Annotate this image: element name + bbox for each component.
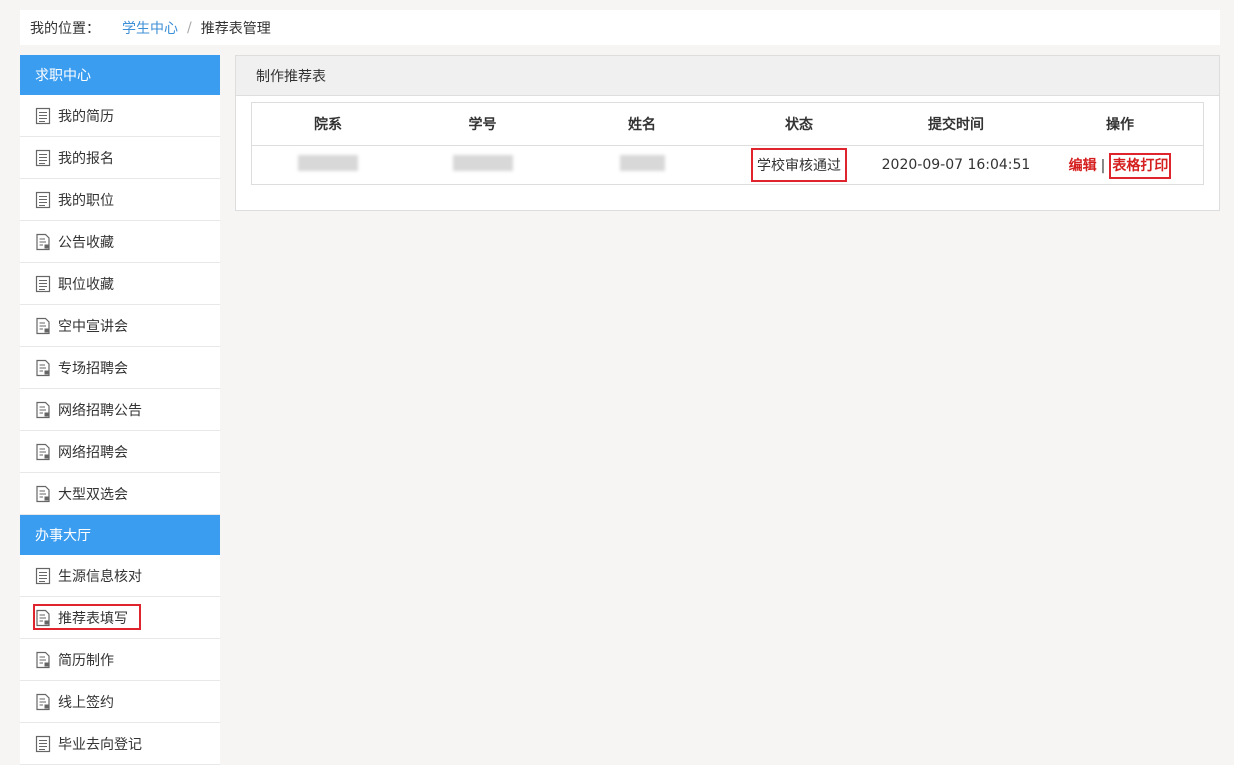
sidebar-item-label: 职位收藏 bbox=[58, 276, 114, 293]
sidebar-item-online-job-fair[interactable]: 网络招聘会 bbox=[20, 431, 220, 473]
breadcrumb: 我的位置： 学生中心 / 推荐表管理 bbox=[20, 10, 1220, 45]
cell-student-id-redacted bbox=[404, 145, 561, 185]
table-header-row: 院系 学号 姓名 状态 提交时间 操作 bbox=[251, 102, 1204, 146]
sidebar-item-label: 我的简历 bbox=[58, 108, 114, 125]
sidebar-item-label: 推荐表填写 bbox=[58, 610, 128, 627]
file-icon bbox=[35, 485, 51, 503]
redacted-text bbox=[298, 155, 358, 171]
sidebar-item-label: 空中宣讲会 bbox=[58, 318, 128, 335]
sidebar-item-my-positions[interactable]: 我的职位 bbox=[20, 179, 220, 221]
column-header-actions: 操作 bbox=[1037, 102, 1204, 146]
cell-actions: 编辑 | 表格打印 bbox=[1037, 145, 1204, 185]
sidebar-item-recommendation-form[interactable]: 推荐表填写 bbox=[20, 597, 220, 639]
sidebar-item-label: 专场招聘会 bbox=[58, 360, 128, 377]
file-icon bbox=[35, 401, 51, 419]
sidebar-item-graduation-destination[interactable]: 毕业去向登记 bbox=[20, 723, 220, 765]
panel-title: 制作推荐表 bbox=[236, 56, 1219, 96]
breadcrumb-separator: / bbox=[187, 19, 192, 36]
sidebar-item-resume-builder[interactable]: 简历制作 bbox=[20, 639, 220, 681]
sidebar-item-my-resume[interactable]: 我的简历 bbox=[20, 95, 220, 137]
breadcrumb-current: 推荐表管理 bbox=[200, 20, 271, 37]
cell-name-redacted bbox=[561, 145, 723, 185]
file-icon bbox=[35, 443, 51, 461]
sidebar-item-special-job-fair[interactable]: 专场招聘会 bbox=[20, 347, 220, 389]
sidebar-item-label: 我的职位 bbox=[58, 192, 114, 209]
column-header-submit-time: 提交时间 bbox=[875, 102, 1037, 146]
sidebar-item-label: 我的报名 bbox=[58, 150, 114, 167]
redacted-text bbox=[619, 155, 665, 171]
file-icon bbox=[35, 651, 51, 669]
file-icon bbox=[35, 317, 51, 335]
status-text: 学校审核通过 bbox=[751, 148, 847, 182]
sidebar-item-my-applications[interactable]: 我的报名 bbox=[20, 137, 220, 179]
document-icon bbox=[35, 191, 51, 209]
breadcrumb-label: 我的位置： bbox=[30, 20, 100, 37]
document-icon bbox=[35, 275, 51, 293]
column-header-student-id: 学号 bbox=[404, 102, 561, 146]
sidebar-item-position-favorites[interactable]: 职位收藏 bbox=[20, 263, 220, 305]
sidebar-item-online-recruitment-notice[interactable]: 网络招聘公告 bbox=[20, 389, 220, 431]
sidebar-item-announcement-favorites[interactable]: 公告收藏 bbox=[20, 221, 220, 263]
cell-department-redacted bbox=[251, 145, 404, 185]
edit-button[interactable]: 编辑 bbox=[1069, 158, 1097, 174]
file-icon bbox=[35, 359, 51, 377]
document-icon bbox=[35, 735, 51, 753]
sidebar-item-label: 公告收藏 bbox=[58, 234, 114, 251]
column-header-status: 状态 bbox=[723, 102, 875, 146]
column-header-department: 院系 bbox=[251, 102, 404, 146]
sidebar-item-online-presentation[interactable]: 空中宣讲会 bbox=[20, 305, 220, 347]
recommendation-panel: 制作推荐表 院系 学号 姓名 状态 提交时间 操作 学校审核通过 2020-09… bbox=[235, 55, 1220, 211]
sidebar-item-label: 毕业去向登记 bbox=[58, 736, 142, 753]
table-row: 学校审核通过 2020-09-07 16:04:51 编辑 | 表格打印 bbox=[251, 145, 1204, 185]
sidebar-item-student-info-check[interactable]: 生源信息核对 bbox=[20, 555, 220, 597]
sidebar-section-service-hall: 办事大厅 bbox=[20, 515, 220, 555]
print-form-button[interactable]: 表格打印 bbox=[1109, 153, 1172, 179]
sidebar-item-label: 网络招聘会 bbox=[58, 444, 128, 461]
sidebar-item-label: 线上签约 bbox=[58, 694, 114, 711]
document-icon bbox=[35, 149, 51, 167]
sidebar-item-online-signing[interactable]: 线上签约 bbox=[20, 681, 220, 723]
cell-submit-time: 2020-09-07 16:04:51 bbox=[875, 145, 1037, 185]
action-separator: | bbox=[1100, 158, 1106, 174]
file-icon bbox=[35, 233, 51, 251]
file-icon bbox=[35, 693, 51, 711]
sidebar-item-label: 简历制作 bbox=[58, 652, 114, 669]
document-icon bbox=[35, 107, 51, 125]
file-icon bbox=[35, 609, 51, 627]
redacted-text bbox=[452, 155, 513, 171]
sidebar-item-label: 生源信息核对 bbox=[58, 568, 142, 585]
sidebar: 求职中心 我的简历 我的报名 我的职位 公告收藏 职位收藏 空中宣讲会 专场招聘… bbox=[20, 55, 220, 765]
recommendation-table: 院系 学号 姓名 状态 提交时间 操作 学校审核通过 2020-09-07 16… bbox=[251, 102, 1204, 185]
breadcrumb-link-student-center[interactable]: 学生中心 bbox=[122, 18, 178, 38]
sidebar-item-large-job-fair[interactable]: 大型双选会 bbox=[20, 473, 220, 515]
column-header-name: 姓名 bbox=[561, 102, 723, 146]
sidebar-item-label: 网络招聘公告 bbox=[58, 402, 142, 419]
sidebar-section-job-center: 求职中心 bbox=[20, 55, 220, 95]
sidebar-item-label: 大型双选会 bbox=[58, 486, 128, 503]
cell-status: 学校审核通过 bbox=[723, 145, 875, 185]
document-icon bbox=[35, 567, 51, 585]
